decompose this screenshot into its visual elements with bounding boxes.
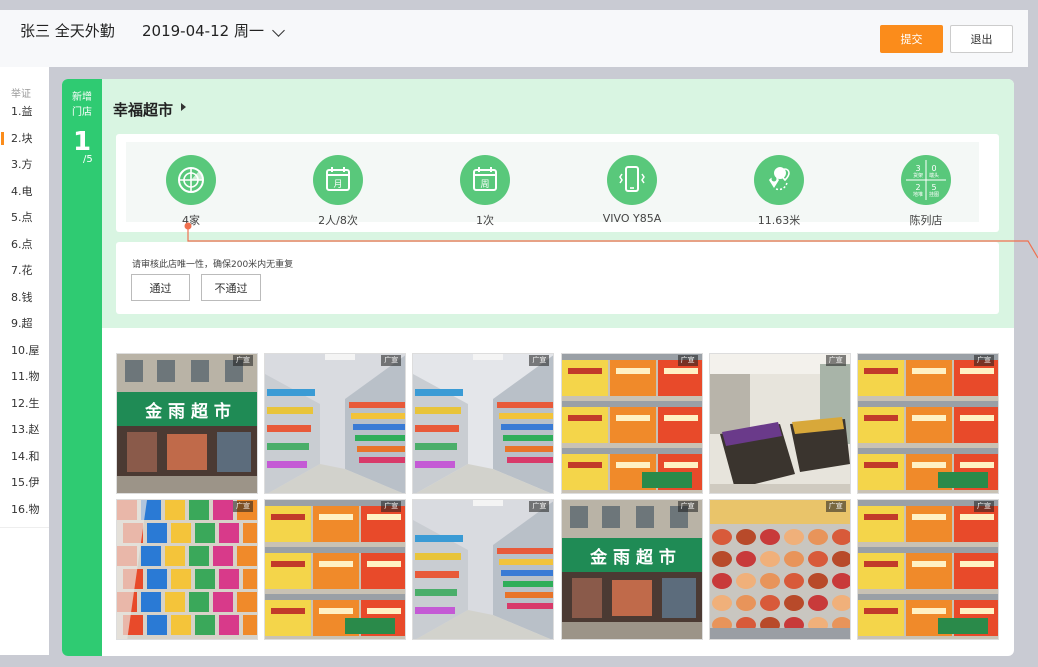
sidebar-item[interactable]: 4.电 [0, 181, 49, 208]
svg-text:3: 3 [915, 164, 920, 173]
promo-tag: 广宣 [381, 355, 402, 366]
svg-text:2: 2 [915, 183, 920, 192]
promo-tag: 广宣 [974, 355, 994, 366]
new-store-tag: 新增 门店 1 /5 [62, 79, 102, 656]
stat-distance: 11.63米 [724, 155, 834, 228]
exit-button[interactable]: 退出 [950, 25, 1013, 53]
sidebar-item[interactable]: 6.点 [0, 234, 49, 261]
divider [0, 527, 49, 528]
store-photo[interactable]: 广宣 [857, 499, 999, 640]
stat-value: 陈列店 [909, 214, 943, 227]
svg-text:地堆: 地堆 [913, 191, 923, 198]
stat-value: 11.63米 [757, 214, 801, 227]
store-name[interactable]: 幸福超市 [113, 99, 173, 120]
svg-text:金 雨 超 市: 金 雨 超 市 [589, 547, 676, 568]
stat-visits-month: 月 2人/8次 [283, 155, 393, 228]
sidebar-list: 1.益 2.块 3.方 4.电 5.点 6.点 7.花 8.钱 9.超 10.屋 11.物 12.生 1… [0, 101, 49, 525]
store-index: 1 [72, 127, 92, 157]
date-selector[interactable]: 2019-04-12 周一 [142, 20, 264, 41]
sidebar-item[interactable]: 16.物 [0, 499, 49, 526]
svg-text:0: 0 [931, 164, 936, 173]
store-photo[interactable]: 广宣 [412, 353, 555, 494]
sidebar-item[interactable]: 1.益 [0, 101, 49, 128]
review-instruction: 请审核此店唯一性，确保200米内无重复 [132, 260, 294, 270]
sidebar-item[interactable]: 2.块 [0, 128, 49, 155]
sidebar-item[interactable]: 12.生 [0, 393, 49, 420]
svg-text:挂图: 挂图 [929, 191, 939, 198]
store-photo[interactable]: 金 雨 超 市 广宣 [560, 499, 703, 640]
svg-text:端头: 端头 [929, 172, 939, 179]
sidebar-item[interactable]: 14.和 [0, 446, 49, 473]
submit-button[interactable]: 提交 [880, 25, 943, 53]
display-grid-icon: 3 货架 0 端头 2 地堆 5 挂图 [901, 155, 951, 205]
promo-tag: 广宣 [677, 355, 698, 366]
stats-row: 4家 月 2人/8次 周 1次 VIVO Y85A 11.63米 3 货架 0 … [126, 142, 979, 227]
sidebar-item[interactable]: 10.屋 [0, 340, 49, 367]
evidence-sidebar: 举证 1.益 2.块 3.方 4.电 5.点 6.点 7.花 8.钱 9.超 10.屋 11.物 12… [0, 67, 49, 655]
stat-value: 1次 [476, 214, 494, 227]
calendar-week-text: 周 [480, 179, 489, 190]
location-distance-icon [754, 155, 804, 205]
store-photo[interactable]: 广宣 [857, 353, 999, 494]
stat-display: 3 货架 0 端头 2 地堆 5 挂图 陈列店 [871, 155, 981, 228]
store-photo[interactable]: 广宣 [264, 499, 407, 640]
stats-panel: 4家 月 2人/8次 周 1次 VIVO Y85A 11.63米 3 货架 0 … [116, 134, 999, 232]
stat-value: 4家 [182, 214, 200, 227]
store-photo[interactable]: 广宣 [708, 353, 851, 494]
caret-right-icon[interactable] [181, 103, 186, 111]
store-card: 新增 门店 1 /5 幸福超市 4家 月 2人/8次 周 1次 VIVO Y85… [62, 79, 1014, 656]
promo-tag: 广宣 [233, 355, 253, 366]
sidebar-heading: 举证 [11, 89, 31, 100]
tag-line-2: 门店 [72, 107, 92, 118]
store-summary: 幸福超市 4家 月 2人/8次 周 1次 VIVO Y85A 11.63米 3 … [102, 79, 1014, 328]
sidebar-item[interactable]: 3.方 [0, 154, 49, 181]
stat-visits-week: 周 1次 [430, 155, 540, 228]
promo-tag: 广宣 [677, 501, 698, 512]
stat-nearby-stores: 4家 [136, 155, 246, 228]
promo-tag: 广宣 [529, 501, 550, 512]
promo-tag: 广宣 [381, 501, 402, 512]
promo-tag: 广宣 [233, 501, 253, 512]
sidebar-item[interactable]: 9.超 [0, 313, 49, 340]
store-photo[interactable]: 广宣 [116, 499, 258, 640]
store-photo[interactable]: 广宣 [708, 499, 851, 640]
uniqueness-review: 请审核此店唯一性，确保200米内无重复 通过 不通过 [116, 242, 999, 314]
calendar-month-icon: 月 [313, 155, 363, 205]
sidebar-item[interactable]: 8.钱 [0, 287, 49, 314]
store-photo[interactable]: 金 雨 超 市 广宣 [116, 353, 258, 494]
stat-device: VIVO Y85A [577, 155, 687, 225]
approve-button[interactable]: 通过 [131, 274, 190, 301]
promo-tag: 广宣 [974, 501, 994, 512]
reject-button[interactable]: 不通过 [201, 274, 261, 301]
sidebar-item[interactable]: 5.点 [0, 207, 49, 234]
promo-tag: 广宣 [825, 501, 846, 512]
sidebar-item[interactable]: 7.花 [0, 260, 49, 287]
user-title: 张三 全天外勤 [20, 22, 115, 40]
svg-text:货架: 货架 [913, 172, 923, 179]
phone-vibrate-icon [607, 155, 657, 205]
new-store-label: 新增 门店 [62, 90, 102, 120]
store-photo[interactable]: 广宣 [412, 499, 555, 640]
stat-value: 2人/8次 [318, 214, 358, 227]
sidebar-item[interactable]: 11.物 [0, 366, 49, 393]
store-photo[interactable]: 广宣 [560, 353, 703, 494]
store-photo[interactable]: 广宣 [264, 353, 407, 494]
store-total: /5 [83, 154, 93, 165]
svg-text:金 雨 超 市: 金 雨 超 市 [144, 401, 231, 422]
sidebar-item[interactable]: 15.伊 [0, 472, 49, 499]
stat-value: VIVO Y85A [602, 212, 662, 225]
promo-tag: 广宣 [825, 355, 846, 366]
sidebar-item[interactable]: 13.赵 [0, 419, 49, 446]
promo-tag: 广宣 [529, 355, 550, 366]
radar-icon [166, 155, 216, 205]
tag-line-1: 新增 [72, 92, 92, 103]
calendar-month-text: 月 [333, 179, 342, 190]
svg-text:5: 5 [931, 183, 936, 192]
calendar-week-icon: 周 [460, 155, 510, 205]
